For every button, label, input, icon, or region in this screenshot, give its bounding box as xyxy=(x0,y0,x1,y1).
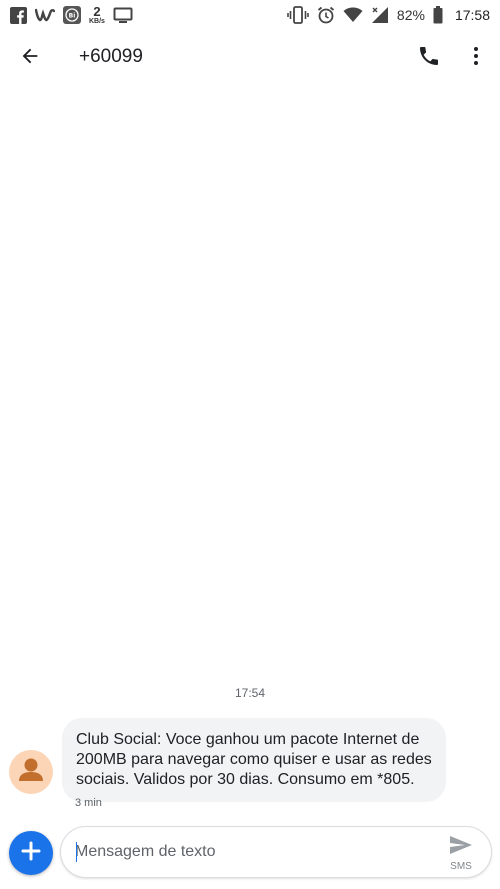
conversation-title: +60099 xyxy=(79,46,143,67)
status-left: Bi 2 KB/s xyxy=(10,5,133,25)
battery-percent: 82% xyxy=(396,7,425,23)
vibrate-icon xyxy=(287,6,309,24)
status-time: 17:58 xyxy=(454,7,490,23)
alarm-icon xyxy=(317,6,335,24)
send-icon xyxy=(449,835,473,860)
add-attachment-button[interactable] xyxy=(9,831,53,875)
person-icon xyxy=(9,750,53,794)
send-sms-button[interactable]: SMS xyxy=(441,833,481,873)
network-speed: 2 KB/s xyxy=(89,5,105,25)
phone-icon xyxy=(417,44,441,73)
message-bubble[interactable]: Club Social: Voce ganhou um pacote Inter… xyxy=(62,718,446,802)
status-right: 82% 17:58 xyxy=(287,6,490,24)
messages-screen: Bi 2 KB/s 82% 17:58 +60099 17:54 Club So… xyxy=(0,0,500,889)
bi-app-icon: Bi xyxy=(63,6,81,24)
app-bar: +60099 xyxy=(0,30,500,86)
status-bar: Bi 2 KB/s 82% 17:58 xyxy=(0,0,500,30)
compose-bar: SMS xyxy=(60,826,492,878)
network-speed-unit: KB/s xyxy=(89,18,105,25)
text-caret xyxy=(76,842,77,862)
contact-avatar[interactable] xyxy=(9,750,53,794)
network-speed-value: 2 xyxy=(93,4,101,19)
w-app-icon xyxy=(35,7,55,23)
battery-icon xyxy=(433,6,443,24)
svg-text:Bi: Bi xyxy=(69,13,76,20)
back-button[interactable] xyxy=(12,40,48,76)
send-label: SMS xyxy=(450,860,472,872)
conversation-timestamp: 17:54 xyxy=(234,686,266,700)
more-vert-icon xyxy=(464,44,488,73)
signal-icon xyxy=(371,6,389,24)
wifi-icon xyxy=(343,7,363,23)
cast-icon xyxy=(113,7,133,24)
plus-icon xyxy=(21,841,41,866)
message-input[interactable] xyxy=(75,837,415,867)
facebook-icon xyxy=(10,6,27,24)
call-button[interactable] xyxy=(411,40,447,76)
more-options-button[interactable] xyxy=(458,40,494,76)
message-time: 3 min xyxy=(75,797,102,809)
arrow-back-icon xyxy=(19,45,41,72)
